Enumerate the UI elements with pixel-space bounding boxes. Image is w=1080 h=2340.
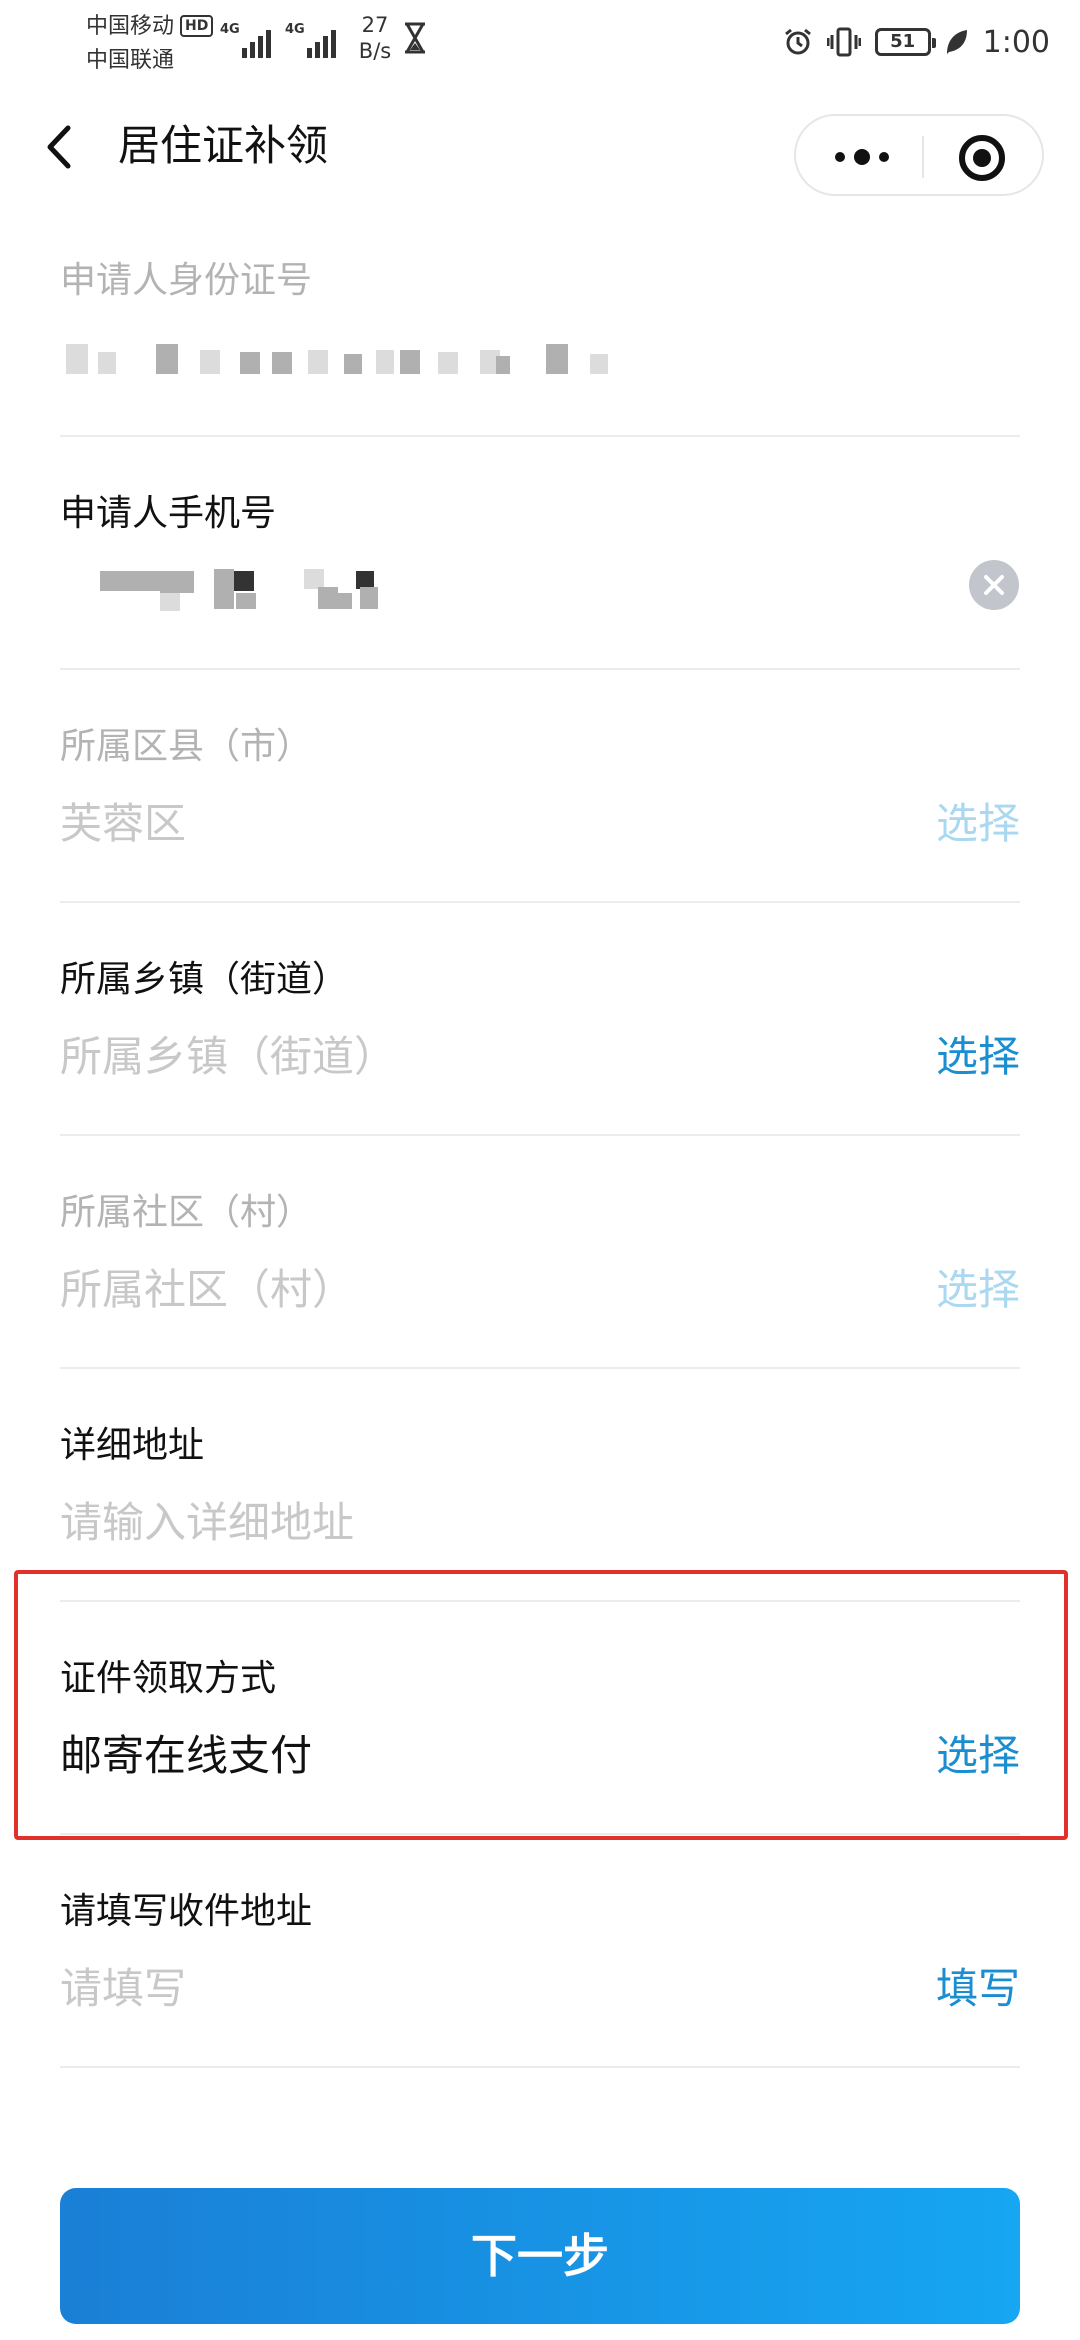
capsule-divider — [922, 136, 924, 178]
field-id-number: 申请人身份证号 — [60, 204, 1020, 437]
network-speed-value: 27 — [361, 13, 389, 37]
field-district: 所属区县（市） 芙蓉区 选择 — [60, 670, 1020, 903]
township-select-button[interactable]: 选择 — [936, 1029, 1020, 1085]
signal-indicators: 4G 4G — [220, 14, 336, 58]
leaf-icon — [946, 30, 967, 54]
status-time: 1:00 — [982, 24, 1050, 60]
community-label: 所属社区（村） — [60, 1192, 313, 1233]
more-icon[interactable] — [826, 136, 898, 178]
carrier-2: 中国联通 — [86, 48, 175, 73]
township-placeholder: 所属乡镇（街道） — [60, 1032, 397, 1081]
id-number-label: 申请人身份证号 — [60, 260, 313, 301]
vibrate-icon — [826, 27, 861, 57]
network-speed: 27 B/s — [350, 12, 400, 64]
pickup-method-select-button[interactable]: 选择 — [936, 1728, 1020, 1784]
close-mini-program-icon[interactable] — [956, 132, 1008, 184]
clear-input-icon[interactable] — [968, 559, 1020, 611]
pickup-method-label: 证件领取方式 — [60, 1658, 277, 1699]
address-input[interactable]: 请输入详细地址 — [60, 1495, 354, 1551]
district-select-button[interactable]: 选择 — [936, 796, 1020, 852]
carrier-info: 中国移动 HD 中国联通 — [86, 10, 214, 78]
signal-1-icon: 4G — [220, 22, 271, 58]
status-bar: 中国移动 HD 中国联通 4G 4G 27 B/s 51 1:00 — [0, 0, 1080, 84]
receiver-address-fill-button[interactable]: 填写 — [936, 1961, 1020, 2017]
field-receiver-address[interactable]: 请填写收件地址 请填写 填写 — [60, 1835, 1020, 2068]
phone-label: 申请人手机号 — [60, 493, 277, 534]
mini-program-capsule — [794, 114, 1044, 196]
back-arrow-icon[interactable] — [40, 122, 80, 172]
field-township[interactable]: 所属乡镇（街道） 所属乡镇（街道） 选择 — [60, 903, 1020, 1136]
next-step-button[interactable]: 下一步 — [60, 2188, 1020, 2324]
battery-indicator: 51 — [874, 28, 936, 56]
signal-1-label: 4G — [220, 22, 240, 37]
status-icons: 51 1:00 — [783, 18, 1050, 66]
field-pickup-method[interactable]: 证件领取方式 邮寄在线支付 选择 — [60, 1602, 1020, 1835]
receiver-address-placeholder: 请填写 — [60, 1964, 187, 2013]
field-address[interactable]: 详细地址 请输入详细地址 — [60, 1369, 1020, 1602]
hd-badge: HD — [180, 15, 214, 37]
receiver-address-label: 请填写收件地址 — [60, 1891, 313, 1932]
community-placeholder: 所属社区（村） — [60, 1265, 355, 1314]
address-label: 详细地址 — [60, 1425, 205, 1466]
page-title: 居住证补领 — [118, 121, 329, 170]
field-community: 所属社区（村） 所属社区（村） 选择 — [60, 1136, 1020, 1369]
alarm-icon — [784, 28, 811, 55]
pickup-method-value: 邮寄在线支付 — [60, 1731, 313, 1780]
district-value: 芙蓉区 — [60, 799, 187, 848]
township-label: 所属乡镇（街道） — [60, 959, 349, 1000]
hourglass-icon — [405, 22, 425, 54]
district-label: 所属区县（市） — [60, 726, 313, 767]
nav-bar: 居住证补领 — [0, 84, 1080, 204]
community-select-button[interactable]: 选择 — [936, 1262, 1020, 1318]
field-phone[interactable]: 申请人手机号 — [60, 437, 1020, 670]
signal-2-icon: 4G — [285, 22, 336, 58]
signal-2-label: 4G — [285, 22, 305, 37]
network-speed-unit: B/s — [358, 39, 392, 63]
carrier-1: 中国移动 — [86, 14, 175, 39]
